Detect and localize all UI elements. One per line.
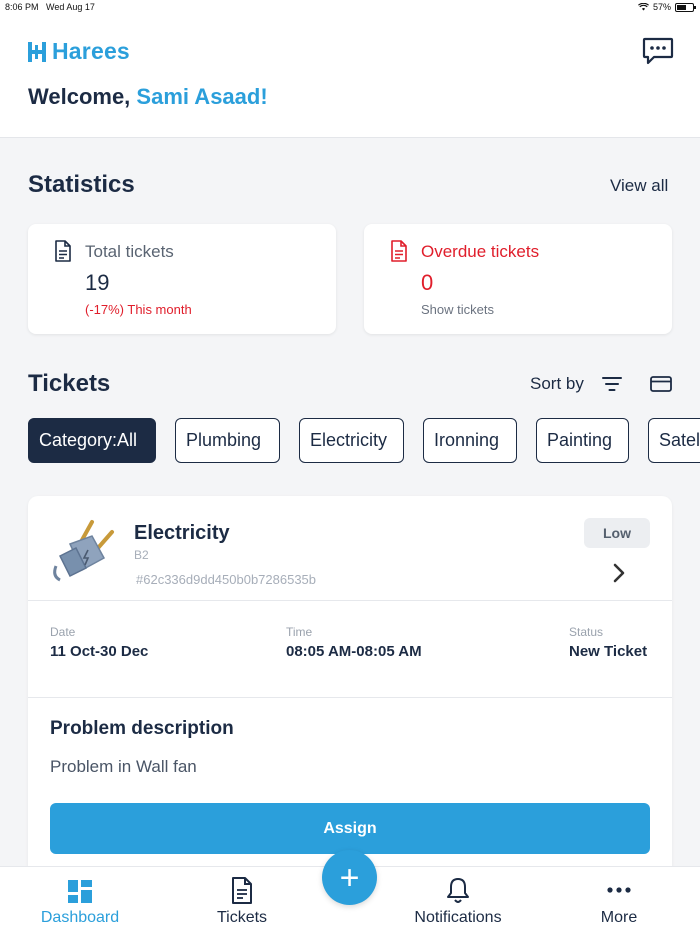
overdue-tickets-card[interactable]: Overdue tickets 0 Show tickets [364,224,672,334]
tab-more-label: More [600,909,638,926]
tab-more[interactable]: More [569,867,669,934]
chip-plumbing[interactable]: Plumbing [175,418,280,463]
date-value: 11 Oct-30 Dec [50,643,149,660]
status-bar: 8:06 PM Wed Aug 17 57% [0,0,700,16]
chevron-right-icon[interactable] [612,562,626,584]
battery-icon [675,2,696,12]
filter-icon[interactable] [602,376,622,392]
statistics-title: Statistics [28,171,135,198]
harees-logo-icon [28,41,46,62]
chip-ironning[interactable]: Ironning [423,418,517,463]
problem-description-title: Problem description [50,718,234,739]
total-tickets-card[interactable]: Total tickets 19 (-17%) This month [28,224,336,334]
brand-logo: Harees [28,38,130,65]
ticket-category-title: Electricity [134,522,230,544]
chip-satellite[interactable]: Satel [648,418,700,463]
tab-dashboard-label: Dashboard [40,909,120,926]
chip-painting[interactable]: Painting [536,418,629,463]
document-icon [232,877,252,904]
welcome-heading: Welcome, Sami Asaad! [28,84,268,110]
add-ticket-button[interactable]: + [322,850,377,905]
ticket-card[interactable]: Electricity B2 #62c336d9dd450b0b7286535b… [28,496,672,896]
divider [28,697,672,698]
more-dots-icon [607,887,631,893]
document-icon [55,240,71,262]
tab-notifications[interactable]: Notifications [398,867,518,934]
user-name: Sami Asaad! [136,84,268,109]
brand-name: Harees [52,38,130,64]
dashboard-icon [68,880,92,903]
total-tickets-label: Total tickets [85,242,174,261]
tab-dashboard[interactable]: Dashboard [30,867,130,934]
status-label: Status [569,625,604,639]
status-date: Wed Aug 17 [46,2,95,12]
category-filter-chips: Category:All Plumbing Electricity Ironni… [28,418,700,464]
status-time: 8:06 PM [5,2,39,12]
chat-icon[interactable] [642,36,674,66]
date-label: Date [50,625,76,639]
chip-electricity[interactable]: Electricity [299,418,404,463]
problem-description-text: Problem in Wall fan [50,757,197,776]
card-view-icon[interactable] [650,376,672,392]
app-header: Harees Welcome, Sami Asaad! [0,16,700,138]
overdue-tickets-label: Overdue tickets [421,242,540,261]
status-value: New Ticket [569,643,648,660]
battery-percent: 57% [652,2,671,12]
sort-by-button[interactable]: Sort by [530,374,584,394]
ticket-id: #62c336d9dd450b0b7286535b [136,572,317,587]
view-all-link[interactable]: View all [610,176,668,196]
tab-notifications-label: Notifications [414,909,502,926]
status-right: 57% [638,2,696,12]
tickets-title: Tickets [28,370,111,397]
tab-tickets-label: Tickets [216,909,268,926]
chip-category-all[interactable]: Category:All [28,418,156,463]
ticket-location: B2 [134,548,149,562]
total-tickets-value: 19 [85,270,110,295]
priority-badge: Low [584,518,650,548]
time-value: 08:05 AM-08:05 AM [286,643,422,660]
wifi-icon [638,3,649,11]
welcome-prefix: Welcome, [28,84,137,109]
bell-icon [447,878,469,903]
time-label: Time [286,625,313,639]
show-tickets-link[interactable]: Show tickets [421,302,494,317]
assign-button[interactable]: Assign [50,803,650,854]
document-icon [391,240,407,262]
tab-tickets[interactable]: Tickets [192,867,292,934]
total-tickets-change: (-17%) This month [85,302,192,317]
overdue-tickets-value: 0 [421,270,434,295]
divider [28,600,672,601]
plug-icon [53,520,114,582]
